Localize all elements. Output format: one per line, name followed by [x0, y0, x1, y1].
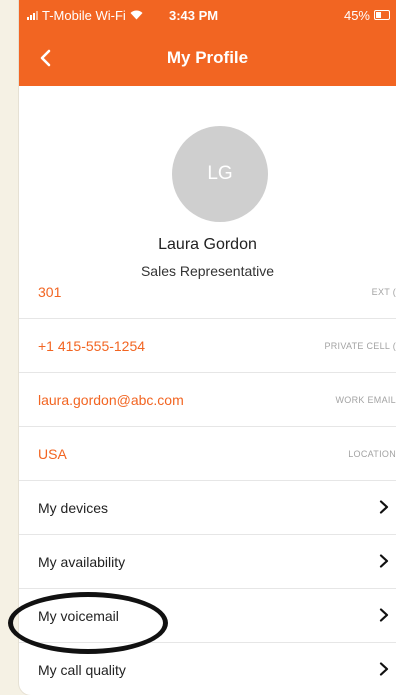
status-left: T-Mobile Wi-Fi [27, 8, 143, 23]
menu-item-label: My call quality [38, 661, 126, 678]
navigation-bar: My Profile [19, 30, 396, 86]
info-row-work-email[interactable]: laura.gordon@abc.com WORK EMAIL [19, 373, 396, 427]
location-value: USA [38, 445, 67, 462]
avatar-initials: LG [207, 163, 233, 184]
status-right: 45% [344, 8, 390, 23]
battery-icon [374, 10, 390, 20]
menu-item-my-devices[interactable]: My devices [19, 481, 396, 535]
status-time: 3:43 PM [169, 7, 219, 23]
location-label: LOCATION [348, 448, 396, 459]
work-email-value: laura.gordon@abc.com [38, 391, 184, 408]
back-button[interactable] [33, 46, 57, 70]
menu-item-my-availability[interactable]: My availability [19, 535, 396, 589]
extension-label: EXT ( [371, 286, 396, 297]
chevron-right-icon [379, 608, 389, 622]
chevron-right-icon [379, 554, 389, 568]
status-bar: T-Mobile Wi-Fi 3:43 PM 45% [19, 0, 396, 30]
menu-item-label: My voicemail [38, 607, 119, 624]
private-cell-value: +1 415-555-1254 [38, 337, 146, 354]
page-title: My Profile [166, 48, 249, 67]
menu-item-my-voicemail[interactable]: My voicemail [19, 589, 396, 643]
menu-item-my-call-quality[interactable]: My call quality [19, 643, 396, 695]
signal-icon [27, 10, 38, 20]
battery-percent: 45% [343, 7, 370, 23]
private-cell-label: PRIVATE CELL ( [324, 340, 396, 351]
wifi-icon [130, 10, 143, 20]
profile-header: LG Laura Gordon Sales Representative [19, 86, 396, 279]
avatar: LG [172, 126, 268, 222]
chevron-left-icon [40, 49, 51, 67]
profile-name: Laura Gordon [158, 236, 257, 253]
settings-menu: My devices My availability My voicemail … [19, 481, 396, 695]
extension-value: 301 [38, 283, 62, 300]
chevron-right-icon [379, 500, 389, 514]
menu-item-label: My availability [38, 553, 126, 570]
menu-item-label: My devices [38, 499, 109, 516]
info-row-private-cell[interactable]: +1 415-555-1254 PRIVATE CELL ( [19, 319, 396, 373]
work-email-label: WORK EMAIL [335, 394, 396, 405]
chevron-right-icon [379, 662, 389, 676]
contact-info-list: 301 EXT ( +1 415-555-1254 PRIVATE CELL (… [19, 265, 396, 481]
info-row-location[interactable]: USA LOCATION [19, 427, 396, 481]
carrier-label: T-Mobile Wi-Fi [42, 7, 126, 23]
info-row-extension[interactable]: 301 EXT ( [19, 265, 396, 319]
phone-screen: T-Mobile Wi-Fi 3:43 PM 45% My Profile LG… [19, 0, 396, 695]
